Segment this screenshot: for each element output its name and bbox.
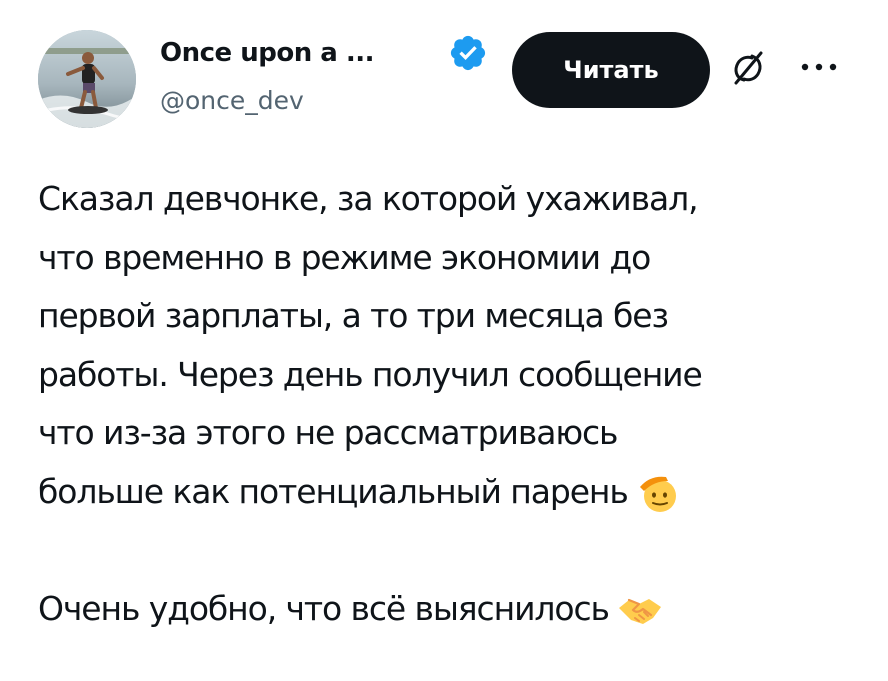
tweet-line-text: больше как потенциальный парень [38, 471, 629, 511]
user-handle[interactable]: @once_dev [160, 86, 304, 115]
read-button[interactable]: Читать [512, 32, 710, 108]
tweet-line: первой зарплаты, а то три месяца без [38, 296, 669, 335]
tweet-line: Сказал девчонке, за которой ухаживал, [38, 179, 699, 218]
more-icon[interactable] [795, 55, 843, 79]
display-name[interactable]: Once upon a ... [160, 38, 374, 68]
tweet-line-last: больше как потенциальный парень [38, 463, 858, 522]
verified-badge-icon [450, 35, 486, 71]
saluting-face-emoji-icon [639, 476, 676, 512]
tweet-line: работы. Через день получил сообщение [38, 354, 703, 394]
avatar[interactable] [38, 30, 136, 128]
grok-icon[interactable] [730, 50, 766, 86]
handshake-emoji-icon [618, 598, 661, 624]
tweet-text: Сказал девчонке, за которой ухаживал, чт… [38, 170, 858, 638]
tweet-line-second-paragraph: Очень удобно, что всё выяснилось [38, 580, 858, 639]
tweet-line: что из-за этого не рассматриваюсь [38, 413, 619, 452]
tweet-paragraph-2: Очень удобно, что всё выяснилось [38, 588, 610, 628]
tweet-line: что временно в режиме экономии до [38, 237, 651, 277]
